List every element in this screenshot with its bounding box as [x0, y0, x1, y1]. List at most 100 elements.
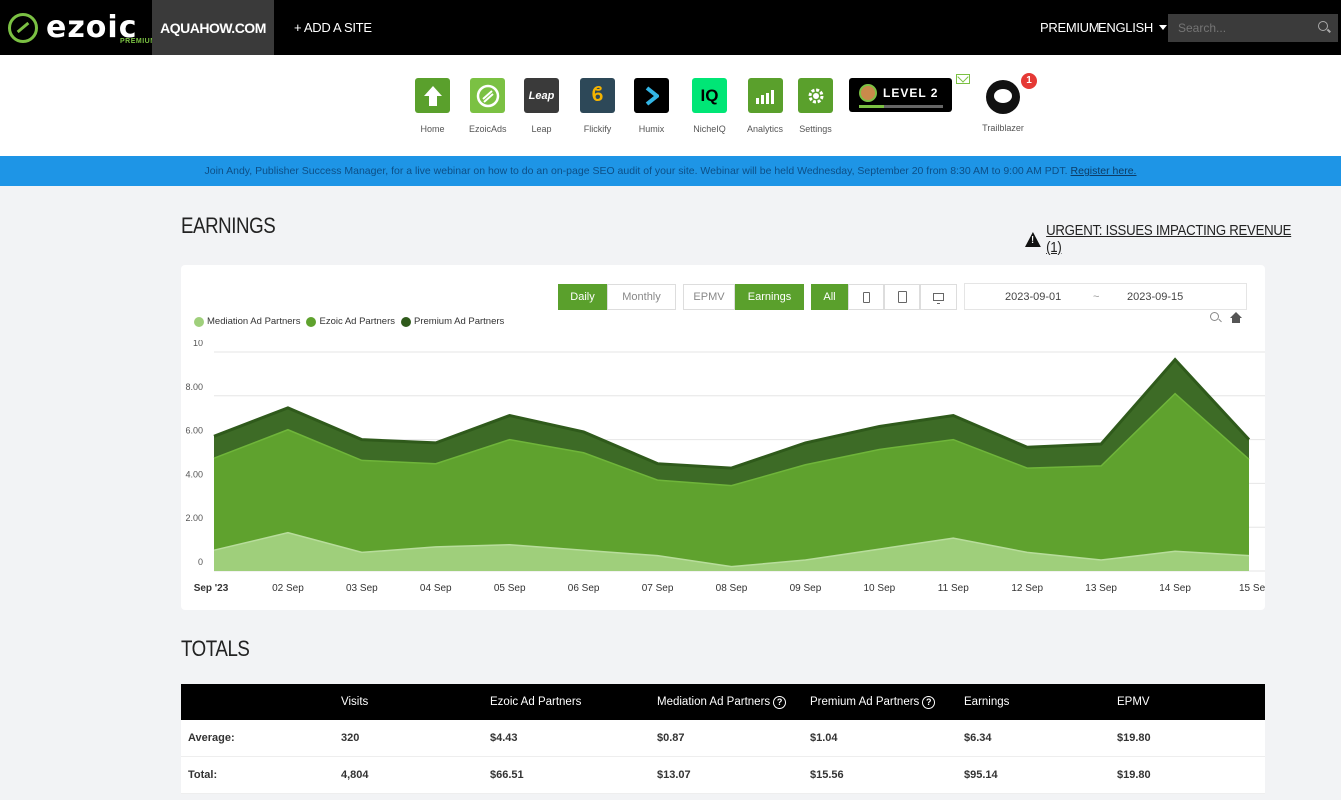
help-icon[interactable]: ?: [922, 695, 936, 709]
home-icon: [415, 78, 450, 113]
search-icon[interactable]: [1318, 21, 1328, 31]
app-analytics[interactable]: Analytics: [747, 78, 783, 134]
y-tick-label: 0: [198, 557, 203, 567]
ezoic-logo-icon: [8, 12, 38, 43]
level-badge[interactable]: LEVEL 2: [849, 78, 952, 112]
app-label: NicheIQ: [693, 124, 726, 134]
ezoic-logo[interactable]: ezoic PREMIUM: [0, 0, 156, 55]
x-tick-label: 02 Sep: [272, 583, 304, 594]
reset-zoom-home-icon[interactable]: [1230, 312, 1242, 323]
app-label: Flickify: [583, 124, 612, 134]
y-tick-label: 4.00: [185, 469, 203, 479]
totals-table: Visits Ezoic Ad Partners Mediation Ad Pa…: [181, 684, 1265, 794]
webinar-banner: Join Andy, Publisher Success Manager, fo…: [0, 156, 1341, 186]
cell-visits: 320: [341, 732, 360, 744]
app-leap[interactable]: Leap Leap: [524, 78, 559, 134]
y-tick-label: 2.00: [185, 513, 203, 523]
analytics-icon: [747, 78, 783, 113]
site-tab[interactable]: AQUAHOW.COM: [152, 0, 274, 55]
urgent-issues-link[interactable]: URGENT: ISSUES IMPACTING REVENUE (1): [1025, 222, 1303, 256]
date-separator: ~: [1093, 291, 1100, 303]
notification-badge: 1: [1021, 73, 1037, 89]
cell-earnings: $95.14: [964, 769, 998, 781]
flickify-icon: ϐ: [580, 78, 615, 113]
ezoicads-icon: [470, 78, 506, 113]
desktop-icon: [933, 293, 944, 304]
header-earnings: Earnings: [964, 696, 1010, 708]
register-link[interactable]: Register here.: [1071, 165, 1137, 177]
table-row: Average: 320 $4.43 $0.87 $1.04 $6.34 $19…: [181, 720, 1265, 757]
legend-dot: [194, 316, 204, 327]
cell-ezoic: $4.43: [490, 732, 518, 744]
top-nav: ezoic PREMIUM AQUAHOW.COM + ADD A SITE P…: [0, 0, 1341, 55]
urgent-text: URGENT: ISSUES IMPACTING REVENUE (1): [1046, 222, 1292, 256]
y-tick-label: 6.00: [185, 426, 203, 436]
legend-label: Premium Ad Partners: [414, 316, 505, 327]
y-tick-label: 10: [193, 340, 203, 348]
date-to: 2023-09-15: [1127, 291, 1184, 303]
app-nicheiq[interactable]: IQ NicheIQ: [692, 78, 727, 134]
cell-epmv: $19.80: [1117, 732, 1151, 744]
x-tick-label: Sep '23: [194, 583, 229, 594]
app-label: Home: [420, 124, 445, 134]
date-range-picker[interactable]: 2023-09-01 ~ 2023-09-15: [964, 283, 1247, 310]
premium-link[interactable]: PREMIUM: [1040, 0, 1100, 55]
leap-icon: Leap: [524, 78, 559, 113]
search-input[interactable]: [1168, 14, 1338, 42]
app-label: Humix: [638, 124, 665, 134]
legend-item-mediation[interactable]: Mediation Ad Partners: [194, 316, 300, 327]
language-dropdown[interactable]: ENGLISH: [1098, 0, 1167, 55]
legend-item-premium[interactable]: Premium Ad Partners: [401, 316, 504, 327]
earnings-area-chart: 10 8.00 6.00 4.00 2.00 0 Sep '23 02 Sep 03 Sep 04…: [185, 340, 1265, 594]
app-home[interactable]: Home: [415, 78, 450, 134]
epmv-button[interactable]: EPMV: [683, 284, 735, 310]
header-mediation-label: Mediation Ad Partners: [657, 696, 771, 708]
table-row: Total: 4,804 $66.51 $13.07 $15.56 $95.14…: [181, 757, 1265, 794]
app-label: Leap: [531, 124, 552, 134]
mobile-icon: [862, 291, 870, 303]
chart-legend: Mediation Ad Partners Ezoic Ad Partners …: [194, 316, 510, 327]
legend-item-ezoic[interactable]: Ezoic Ad Partners: [306, 316, 395, 327]
app-label: Settings: [799, 124, 832, 134]
avatar: [859, 84, 877, 102]
x-tick-label: 08 Sep: [716, 583, 748, 594]
mobile-button[interactable]: [848, 284, 884, 310]
header-mediation-ad-partners: Mediation Ad Partners?: [657, 684, 787, 720]
app-settings[interactable]: Settings: [798, 78, 833, 134]
monthly-button[interactable]: Monthly: [607, 284, 676, 310]
x-tick-label: 11 Sep: [938, 583, 969, 594]
trailblazer[interactable]: 1 Trailblazer: [973, 73, 1037, 133]
tablet-icon: [897, 291, 907, 303]
cell-ezoic: $66.51: [490, 769, 524, 781]
language-label: ENGLISH: [1098, 20, 1153, 35]
tablet-button[interactable]: [884, 284, 920, 310]
header-ezoic-ad-partners: Ezoic Ad Partners: [490, 696, 582, 708]
daily-button[interactable]: Daily: [558, 284, 607, 310]
cell-mediation: $13.07: [657, 769, 691, 781]
app-flickify[interactable]: ϐ Flickify: [580, 78, 615, 134]
totals-title: TOTALS: [181, 636, 250, 661]
cell-visits: 4,804: [341, 769, 369, 781]
earnings-button[interactable]: Earnings: [735, 284, 804, 310]
legend-dot: [401, 316, 411, 327]
add-site-link[interactable]: + ADD A SITE: [294, 0, 372, 55]
app-ezoicads[interactable]: EzoicAds: [469, 78, 507, 134]
mail-icon[interactable]: [956, 74, 970, 84]
app-humix[interactable]: Humix: [634, 78, 669, 134]
header-premium-ad-partners: Premium Ad Partners?: [810, 684, 936, 720]
app-bar: Home EzoicAds Leap Leap ϐ Flickify Humix…: [0, 55, 1341, 156]
legend-dot: [306, 316, 317, 327]
cell-premium: $1.04: [810, 732, 838, 744]
all-devices-button[interactable]: All: [811, 284, 848, 310]
x-tick-label: 04 Sep: [420, 583, 452, 594]
header-epmv: EPMV: [1117, 696, 1150, 708]
header-premium-label: Premium Ad Partners: [810, 696, 920, 708]
level-text: LEVEL 2: [883, 86, 939, 100]
app-label: EzoicAds: [469, 124, 507, 134]
help-icon[interactable]: ?: [773, 695, 787, 709]
desktop-button[interactable]: [920, 284, 957, 310]
earnings-title: EARNINGS: [181, 213, 276, 238]
zoom-icon[interactable]: [1210, 312, 1219, 321]
cell-earnings: $6.34: [964, 732, 992, 744]
date-from: 2023-09-01: [1005, 291, 1062, 303]
